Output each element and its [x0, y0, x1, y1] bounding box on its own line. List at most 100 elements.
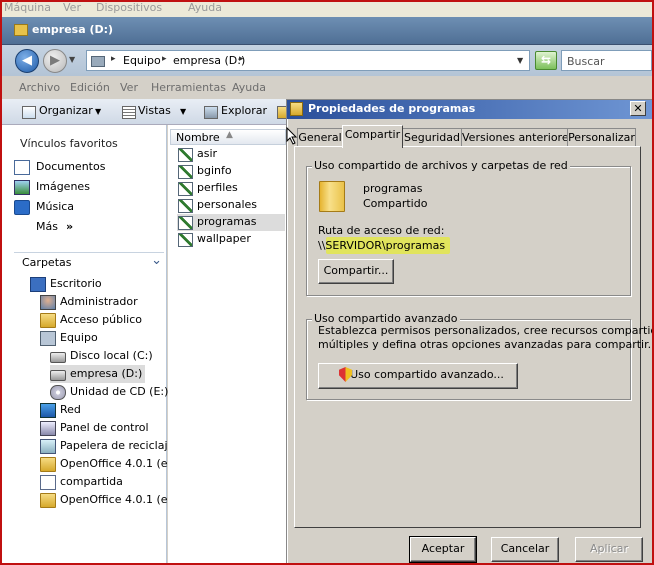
- shared-folder-icon: [319, 181, 345, 212]
- ok-button-label: Aceptar: [421, 542, 465, 555]
- apply-button[interactable]: Aplicar: [575, 537, 643, 562]
- file-name: programas: [197, 215, 257, 228]
- breadcrumb-separator-icon[interactable]: ▸: [162, 54, 167, 64]
- breadcrumb-drive[interactable]: empresa (D:): [173, 54, 245, 67]
- file-list-item[interactable]: personales: [177, 197, 285, 214]
- views-button[interactable]: Vistas: [138, 104, 171, 117]
- computer-icon: [40, 331, 56, 346]
- tab-sharing[interactable]: Compartir: [342, 125, 403, 148]
- file-name: wallpaper: [197, 232, 251, 245]
- folder-tree-label: Acceso público: [60, 313, 142, 326]
- chevron-down-icon[interactable]: ⌄: [151, 253, 162, 268]
- folder-tree-label: empresa (D:): [70, 367, 143, 380]
- menu-file[interactable]: Archivo: [19, 81, 60, 94]
- drive-icon: [14, 24, 28, 36]
- tab-previous-versions[interactable]: Versiones anteriores: [461, 128, 574, 147]
- tab-general[interactable]: General: [297, 128, 343, 147]
- folder-tree-item[interactable]: empresa (D:): [50, 365, 145, 383]
- folder-tree-label: OpenOffice 4.0.1 (es): [60, 457, 178, 470]
- search-input[interactable]: [565, 52, 653, 71]
- address-dropdown-icon[interactable]: ▼: [517, 56, 523, 65]
- menu-help[interactable]: Ayuda: [232, 81, 266, 94]
- host-menu-view[interactable]: Ver: [63, 1, 81, 14]
- apply-button-label: Aplicar: [590, 542, 628, 555]
- back-button[interactable]: ◀: [15, 49, 39, 73]
- music-icon: [14, 200, 30, 215]
- file-name: bginfo: [197, 164, 232, 177]
- cancel-button[interactable]: Cancelar: [491, 537, 559, 562]
- breadcrumb-computer[interactable]: Equipo: [123, 54, 161, 67]
- menu-view[interactable]: Ver: [120, 81, 138, 94]
- shared-folder-icon: [178, 148, 193, 162]
- network-sharing-group-label: Uso compartido de archivos y carpetas de…: [312, 159, 570, 172]
- folder-tree-label: Red: [60, 403, 81, 416]
- more-label: Más: [36, 220, 58, 233]
- history-dropdown-icon[interactable]: ▼: [69, 55, 77, 64]
- shared-folder-icon: [178, 199, 193, 213]
- folder-tree-label: Equipo: [60, 331, 98, 344]
- share-button-label: Compartir...: [323, 264, 389, 277]
- advanced-sharing-button-label: Uso compartido avanzado...: [350, 368, 504, 381]
- shared-status: Compartido: [363, 197, 428, 210]
- file-list-item[interactable]: bginfo: [177, 163, 285, 180]
- vm-host-menubar: Máquina Ver Dispositivos Ayuda: [0, 0, 654, 17]
- folder-tree-label: Escritorio: [50, 277, 102, 290]
- folder-tree-label: Disco local (C:): [70, 349, 153, 362]
- folder-tree-label: compartida: [60, 475, 123, 488]
- column-header-label: Nombre: [176, 131, 220, 144]
- breadcrumb-separator-icon[interactable]: ▸: [111, 54, 116, 64]
- folder-icon: [40, 493, 56, 508]
- organize-button[interactable]: Organizar: [39, 104, 93, 117]
- refresh-icon: ⇆: [540, 53, 552, 67]
- dialog-title: Propiedades de programas: [308, 102, 476, 115]
- advanced-description-line1: Establezca permisos personalizados, cree…: [318, 324, 654, 337]
- control-panel-icon: [40, 421, 56, 436]
- file-list-item[interactable]: asir: [177, 146, 285, 163]
- views-dropdown-icon[interactable]: ▼: [180, 107, 186, 116]
- explore-button[interactable]: Explorar: [221, 104, 267, 117]
- file-list-item[interactable]: programas: [177, 214, 285, 231]
- breadcrumb-separator-icon[interactable]: ▸: [239, 54, 244, 64]
- search-box: [561, 50, 653, 71]
- folder-tree-label: Unidad de CD (E:): [70, 385, 169, 398]
- folders-section-header[interactable]: Carpetas ⌄: [14, 252, 164, 272]
- shared-folder-icon: [178, 233, 193, 247]
- file-list-item[interactable]: wallpaper: [177, 231, 285, 248]
- host-menu-devices[interactable]: Dispositivos: [96, 1, 162, 14]
- shared-folder-icon: [40, 475, 56, 490]
- pictures-icon: [14, 180, 30, 195]
- sort-ascending-icon: ▲: [226, 130, 233, 140]
- forward-arrow-icon: ▶: [50, 53, 60, 68]
- views-icon: [122, 106, 136, 119]
- drive-icon: [50, 370, 66, 381]
- advanced-description-line2: múltiples y defina otras opciones avanza…: [318, 338, 652, 351]
- advanced-sharing-button[interactable]: Uso compartido avanzado...: [318, 363, 518, 389]
- file-list-item[interactable]: perfiles: [177, 180, 285, 197]
- address-bar[interactable]: ▸ Equipo ▸ empresa (D:) ▸ ▼: [86, 50, 530, 71]
- folder-tree-label: Panel de control: [60, 421, 149, 434]
- folder-icon: [40, 457, 56, 472]
- explorer-menubar: Archivo Edición Ver Herramientas Ayuda: [2, 76, 652, 99]
- refresh-button[interactable]: ⇆: [535, 51, 557, 70]
- host-menu-help[interactable]: Ayuda: [188, 1, 222, 14]
- tab-customize[interactable]: Personalizar: [567, 128, 636, 147]
- ok-button[interactable]: Aceptar: [409, 536, 477, 563]
- organize-dropdown-icon[interactable]: ▼: [95, 107, 101, 116]
- menu-edit[interactable]: Edición: [70, 81, 110, 94]
- computer-icon: [91, 56, 105, 67]
- forward-button[interactable]: ▶: [43, 49, 67, 73]
- column-header-name[interactable]: Nombre ▲: [170, 129, 286, 145]
- share-button[interactable]: Compartir...: [318, 259, 394, 284]
- host-menu-machine[interactable]: Máquina: [4, 1, 51, 14]
- close-button[interactable]: ✕: [630, 101, 646, 116]
- window-title: empresa (D:): [32, 23, 114, 36]
- shared-folder-icon: [178, 165, 193, 179]
- explore-icon: [204, 106, 218, 119]
- organize-icon: [22, 106, 36, 119]
- shared-folder-name: programas: [363, 182, 423, 195]
- mouse-cursor-icon: [286, 127, 298, 145]
- folder-tree-label: OpenOffice 4.0.1 (es): [60, 493, 178, 506]
- menu-tools[interactable]: Herramientas: [151, 81, 226, 94]
- favorite-label: Imágenes: [36, 180, 90, 193]
- tab-security[interactable]: Seguridad: [402, 128, 462, 147]
